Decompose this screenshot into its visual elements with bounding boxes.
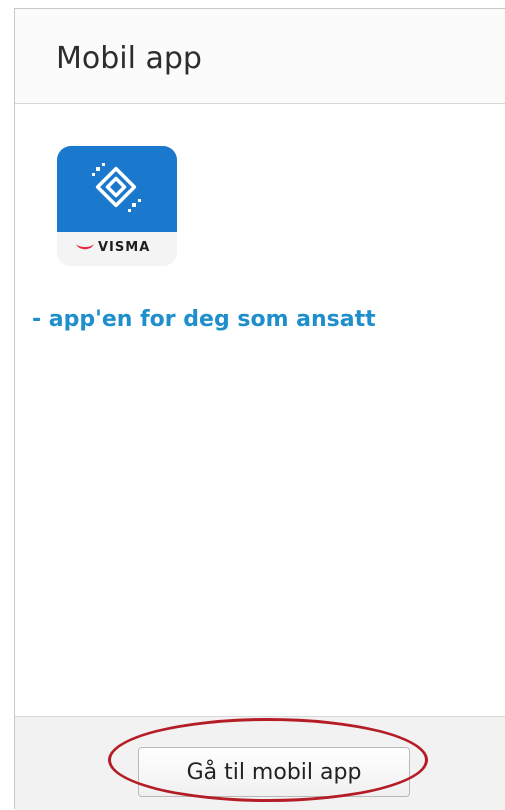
panel-footer: Gå til mobil app — [15, 716, 505, 810]
visma-brand-text: VISMA — [98, 240, 151, 255]
panel-body: VISMA - app'en for deg som ansatt — [15, 104, 505, 716]
app-tagline: - app'en for deg som ansatt — [32, 307, 376, 332]
app-icon-brand-strip: VISMA — [57, 232, 177, 266]
visma-app-icon: VISMA — [57, 146, 177, 266]
go-to-mobile-app-button[interactable]: Gå til mobil app — [138, 747, 410, 797]
visma-logo-icon — [76, 244, 94, 250]
panel-title: Mobil app — [56, 41, 202, 76]
panel-header: Mobil app — [15, 9, 505, 104]
mobile-app-panel: Mobil app VISMA - app'en for deg som ans… — [14, 8, 505, 810]
diamond-device-icon — [92, 163, 141, 212]
app-icon-blue-area — [57, 146, 177, 232]
